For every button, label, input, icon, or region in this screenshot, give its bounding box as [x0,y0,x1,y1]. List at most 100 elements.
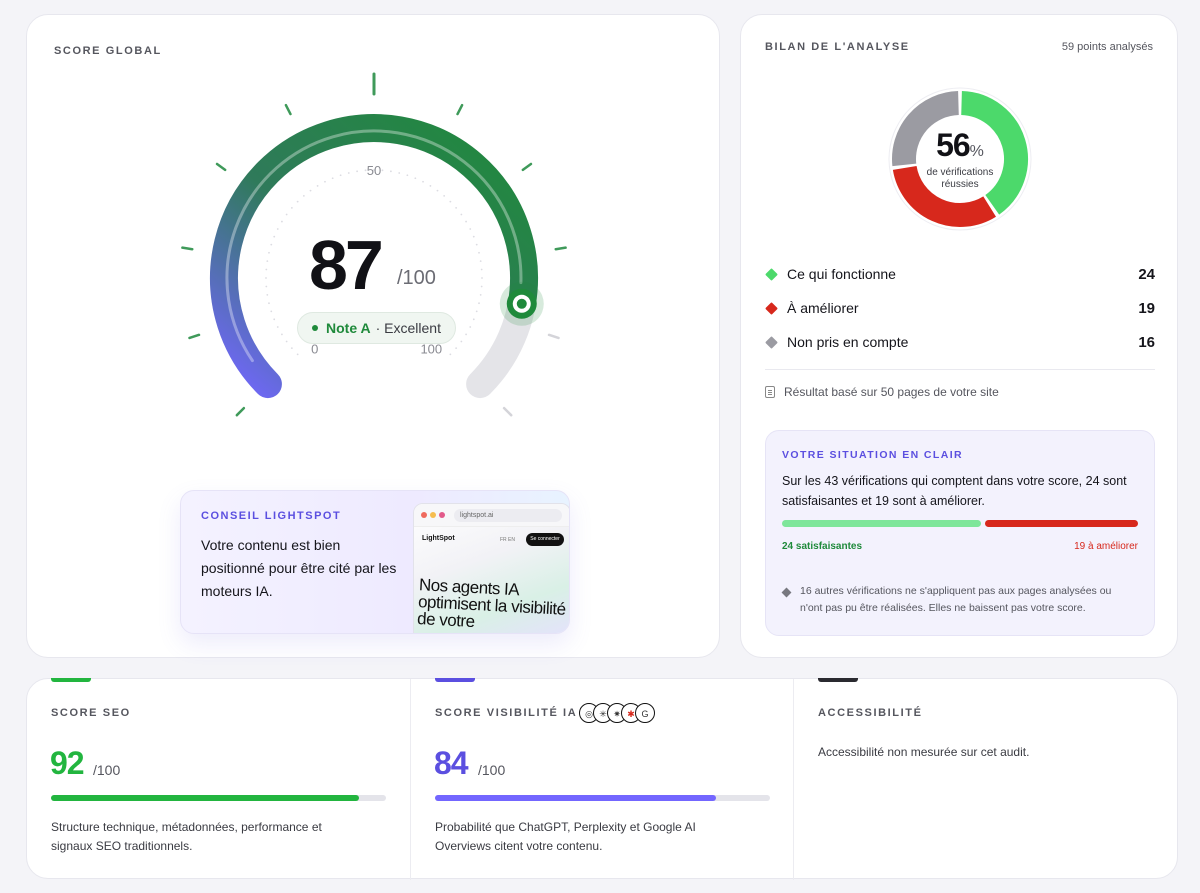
accessibility-accent-bar [818,678,858,682]
gauge-dot [465,333,467,336]
gauge-dot [302,194,305,197]
lightspot-tip-card[interactable]: CONSEIL LIGHTSPOT Votre contenu est bien… [180,490,570,634]
gauge-dot [465,220,467,223]
lightspot-site-preview: lightspot.ai LightSpot FR EN Se connecte… [413,503,569,633]
grade-badge: Note A · Excellent [297,312,456,344]
seo-accent-bar [51,678,91,682]
to-improve-label: 19 à améliorer [1074,541,1138,552]
based-on-text: Résultat basé sur 50 pages de votre site [784,385,999,399]
accessibility-panel: ACCESSIBILITÉ Accessibilité non mesurée … [793,678,1178,880]
gauge-dot [265,285,268,288]
legend-item-working: Ce qui fonctionne 24 [765,263,1155,285]
seo-progress-fill [51,795,360,801]
summary-title: BILAN DE L'ANALYSE [765,41,910,53]
donut-caption-line-2: réussies [941,179,979,190]
gauge-dot [414,177,417,180]
seo-score-description: Structure technique, métadonnées, perfor… [51,820,322,853]
gauge-dot [449,200,452,203]
gauge-knob [499,281,544,326]
gauge-dot [381,169,384,172]
gauge-dot [475,243,478,246]
gauge-dot [268,251,270,254]
ai-score-max: /100 [478,762,506,778]
preview-lang-switch: FR EN [500,537,515,543]
gauge-dot [290,206,293,209]
donut-percent-value: 56 [936,127,971,163]
global-score-card: SCORE GLOBAL 0 50 100 87 /100 Note A · E… [26,14,720,658]
gauge-dot [276,326,279,328]
legend-item-improve: À améliorer 19 [765,297,1155,319]
gauge-dot [281,220,283,223]
global-score-max: /100 [397,267,436,289]
gauge-tick [181,246,194,251]
gauge-dot [296,200,299,203]
situation-note: 16 autres vérifications ne s'appliquent … [800,585,1112,614]
gauge-tick [502,406,513,417]
global-score-value: 87 [309,226,384,304]
gauge-dot [268,302,270,305]
gauge-dot [479,293,482,296]
grade-dot [312,325,318,331]
legend-value: 16 [1138,333,1155,351]
situation-title: VOTRE SITUATION EN CLAIR [782,449,963,461]
gauge-tick [456,103,464,116]
ai-score-title: SCORE VISIBILITÉ IA [435,707,578,719]
gauge-dot [479,260,482,263]
legend-label: Non pris en compte [787,334,909,350]
gauge-dot [460,213,463,216]
gauge-tick [547,333,560,340]
gauge-tick [215,162,227,172]
gauge-dot [455,206,458,209]
preview-url: lightspot.ai [454,509,562,522]
green-diamond-icon [765,267,778,281]
gauge-dot [436,189,439,192]
red-diamond-icon [765,301,778,315]
gauge-dot [309,189,312,192]
gauge-dot [469,228,472,230]
ai-accent-bar [435,678,475,682]
gauge-dot [422,180,424,183]
gauge-dot [356,170,359,173]
legend-value: 19 [1138,299,1155,317]
gauge-dot [265,268,268,271]
gauge-dot [296,353,299,356]
google-icon: G [635,703,655,723]
satisfying-label: 24 satisfaisantes [782,541,863,552]
donut-caption: de vérifications réussies [741,167,1179,191]
donut-caption-line-1: de vérifications [926,167,994,178]
legend-label: Ce qui fonctionne [787,266,896,282]
gauge-dot [406,174,409,177]
gauge-dot [472,235,475,238]
gauge-dot [273,318,276,321]
gauge-dot [449,353,452,356]
gauge-dot [273,235,276,238]
gauge-dot [429,185,432,187]
gauge-dot [290,347,293,350]
gauge-dot [460,340,463,343]
gauge-label-mid: 50 [367,163,381,178]
gauge-dot [265,277,267,279]
tip-title: CONSEIL LIGHTSPOT [201,510,342,522]
points-analyzed: 59 points analysés [1061,41,1153,53]
gauge-dot [389,170,392,173]
seo-score-max: /100 [93,762,121,778]
gray-diamond-icon [765,335,778,349]
grade-label: Note A [326,320,371,336]
gauge-dot [478,251,480,254]
tip-text: Votre contenu est bien positionné pour ê… [201,537,397,599]
gauge-dot [480,268,483,271]
gray-diamond-icon [781,587,792,598]
gauge-dot [276,228,279,230]
seo-score-title: SCORE SEO [51,707,131,719]
gauge-dot [472,318,475,321]
gauge-dot [398,172,401,174]
gauge-dot [339,174,342,177]
gauge-dot [481,277,483,279]
to-improve-bar [985,520,1138,527]
preview-brand: LightSpot [422,535,455,542]
legend-item-not-counted: Non pris en compte 16 [765,331,1155,353]
based-on-note: Résultat basé sur 50 pages de votre site [765,385,999,399]
donut-percent: 56% [741,127,1179,164]
ai-progress-fill [435,795,717,801]
document-icon [765,386,775,398]
